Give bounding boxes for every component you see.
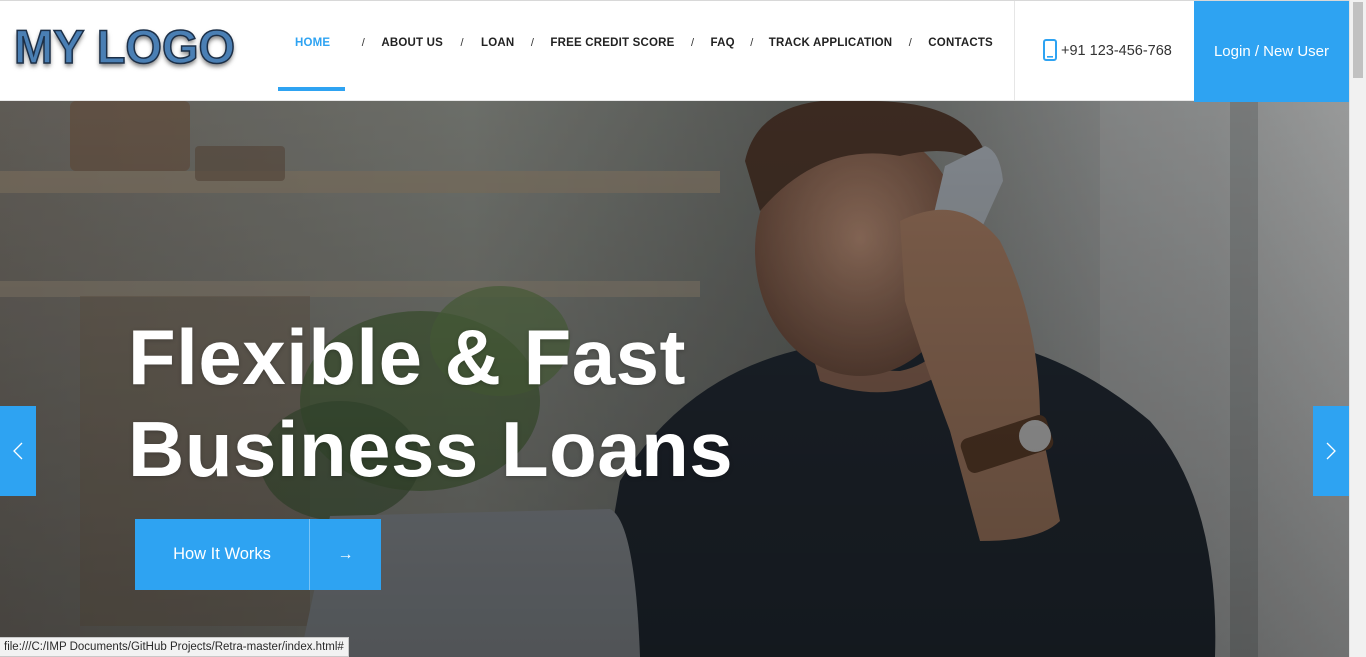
nav-contacts[interactable]: CONTACTS: [928, 1, 993, 91]
nav-separator: /: [691, 37, 695, 49]
nav-loan[interactable]: LOAN: [481, 1, 514, 91]
site-logo[interactable]: MY LOGO: [13, 20, 236, 74]
main-navigation: HOME / ABOUT US / LOAN / FREE CREDIT SCO…: [278, 1, 993, 91]
nav-separator: /: [460, 37, 464, 49]
nav-faq[interactable]: FAQ: [711, 1, 735, 91]
nav-free-credit-score[interactable]: FREE CREDIT SCORE: [550, 1, 674, 91]
browser-status-url: file:///C:/IMP Documents/GitHub Projects…: [0, 637, 349, 657]
chevron-left-icon: [13, 442, 23, 460]
scrollbar-thumb[interactable]: [1353, 2, 1363, 78]
nav-separator: /: [530, 37, 534, 49]
nav-separator: /: [750, 37, 754, 49]
nav-track-application[interactable]: TRACK APPLICATION: [769, 1, 893, 91]
hero-slider: Flexible & Fast Business Loans How It Wo…: [0, 101, 1349, 657]
phone-contact: +91 123-456-768: [1014, 1, 1194, 101]
hero-headline-line-2: Business Loans: [128, 405, 734, 493]
how-it-works-label: How It Works: [135, 519, 310, 590]
nav-about-us[interactable]: ABOUT US: [381, 1, 443, 91]
login-new-user-button[interactable]: Login / New User: [1194, 1, 1349, 102]
nav-home[interactable]: HOME: [278, 1, 346, 91]
chevron-right-icon: [1326, 442, 1336, 460]
browser-viewport: MY LOGO HOME / ABOUT US / LOAN / FREE CR…: [0, 0, 1366, 657]
hero-headline: Flexible & Fast Business Loans: [128, 311, 733, 495]
hero-headline-line-1: Flexible & Fast: [128, 313, 686, 401]
vertical-scrollbar[interactable]: [1349, 0, 1366, 657]
nav-separator: /: [908, 37, 912, 49]
how-it-works-button[interactable]: How It Works →: [135, 519, 381, 590]
phone-number[interactable]: +91 123-456-768: [1061, 43, 1172, 59]
slider-prev-button[interactable]: [0, 406, 36, 496]
slider-next-button[interactable]: [1313, 406, 1349, 496]
nav-separator: /: [361, 37, 365, 49]
arrow-right-icon: →: [337, 545, 354, 563]
mobile-phone-icon: [1043, 39, 1057, 61]
site-header: MY LOGO HOME / ABOUT US / LOAN / FREE CR…: [0, 0, 1349, 102]
